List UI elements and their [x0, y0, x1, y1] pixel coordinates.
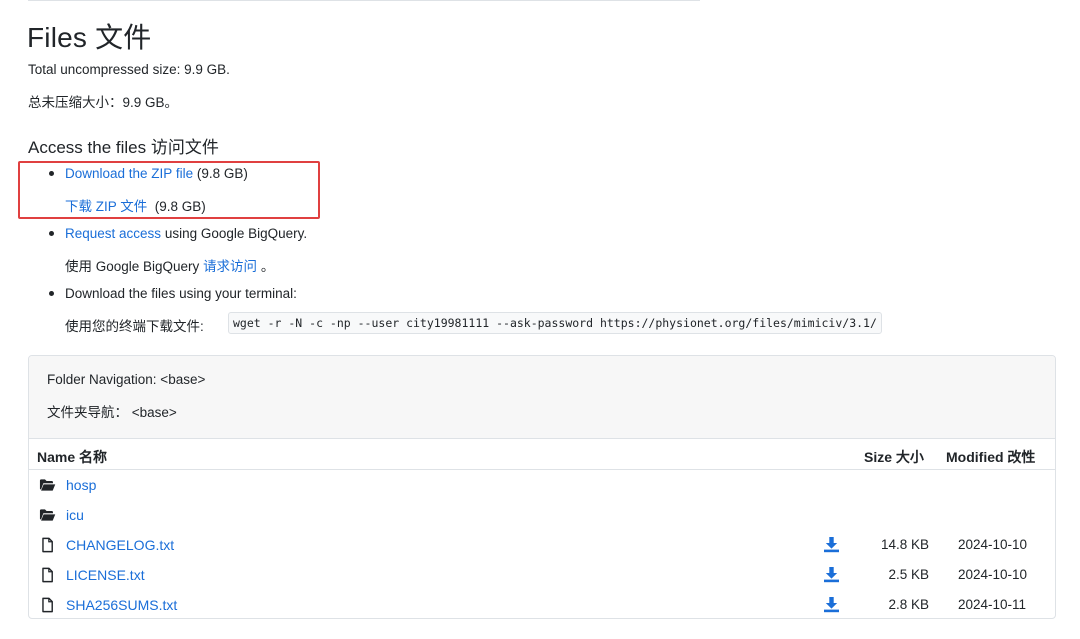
- file-browser-panel: Folder Navigation: <base> 文件夹导航： <base> …: [28, 355, 1056, 619]
- file-icon: [42, 567, 53, 583]
- top-divider: [28, 0, 700, 1]
- file-link[interactable]: LICENSE.txt: [66, 567, 145, 583]
- file-icon: [42, 597, 53, 613]
- zip-item-zh: 下载 ZIP 文件 (9.8 GB): [65, 195, 206, 215]
- download-zip-link[interactable]: Download the ZIP file: [65, 166, 193, 181]
- table-header: Name 名称 Size 大小 Modified 改性: [29, 439, 1055, 470]
- request-access-link[interactable]: Request access: [65, 226, 161, 241]
- file-size: 2.8 KB: [888, 597, 929, 612]
- file-link[interactable]: CHANGELOG.txt: [66, 537, 174, 553]
- wget-command[interactable]: wget -r -N -c -np --user city19981111 --…: [228, 312, 882, 334]
- bullet: [49, 171, 54, 176]
- file-link[interactable]: SHA256SUMS.txt: [66, 597, 177, 613]
- table-row[interactable]: icu: [29, 500, 1055, 530]
- download-icon[interactable]: [823, 596, 840, 613]
- bigquery-text-en: using Google BigQuery.: [161, 226, 308, 241]
- file-size: 2.5 KB: [888, 567, 929, 582]
- download-icon[interactable]: [823, 566, 840, 583]
- download-icon[interactable]: [823, 536, 840, 553]
- zip-size-en: (9.8 GB): [193, 166, 248, 181]
- zip-item-en: Download the ZIP file (9.8 GB): [65, 166, 248, 181]
- file-modified: 2024-10-10: [958, 567, 1028, 582]
- folder-open-icon: [39, 479, 56, 491]
- request-access-link-zh[interactable]: 请求访问: [203, 259, 257, 274]
- total-size-zh: 总未压缩大小：9.9 GB。: [28, 95, 179, 110]
- column-modified: Modified 改性: [946, 449, 1036, 465]
- file-modified: 2024-10-11: [958, 597, 1027, 612]
- folder-open-icon: [39, 509, 56, 521]
- bigquery-item-zh: 使用 Google BigQuery 请求访问 。: [65, 255, 274, 275]
- file-icon: [42, 537, 53, 553]
- access-files-heading: Access the files 访问文件: [28, 138, 219, 157]
- folder-navigation: Folder Navigation: <base> 文件夹导航： <base>: [29, 356, 1055, 439]
- bigquery-suffix-zh: 。: [257, 259, 275, 274]
- file-link[interactable]: hosp: [66, 477, 96, 493]
- bullet: [49, 231, 54, 236]
- table-row[interactable]: CHANGELOG.txt 14.8 KB 2024-10-10: [29, 530, 1055, 560]
- file-link[interactable]: icu: [66, 507, 84, 523]
- table-row[interactable]: LICENSE.txt 2.5 KB 2024-10-10: [29, 560, 1055, 590]
- bullet: [49, 291, 54, 296]
- column-name: Name 名称: [37, 449, 108, 465]
- download-zip-link-zh[interactable]: 下载 ZIP 文件: [65, 199, 147, 214]
- folder-nav-zh: 文件夹导航： <base>: [47, 405, 177, 420]
- terminal-label-zh: 使用您的终端下载文件:: [65, 319, 204, 334]
- table-row[interactable]: hosp: [29, 470, 1055, 500]
- total-size-en: Total uncompressed size: 9.9 GB.: [28, 62, 230, 77]
- column-size: Size 大小: [864, 449, 924, 465]
- bigquery-prefix-zh: 使用 Google BigQuery: [65, 259, 204, 274]
- table-row[interactable]: SHA256SUMS.txt 2.8 KB 2024-10-11: [29, 590, 1055, 618]
- folder-nav-en: Folder Navigation: <base>: [47, 372, 206, 387]
- zip-size-zh: (9.8 GB): [147, 199, 206, 214]
- file-modified: 2024-10-10: [958, 537, 1028, 552]
- terminal-text-en: Download the files using your terminal:: [65, 286, 297, 301]
- bigquery-item-en: Request access using Google BigQuery.: [65, 226, 307, 241]
- file-size: 14.8 KB: [880, 537, 929, 552]
- page-title: Files 文件: [27, 22, 152, 53]
